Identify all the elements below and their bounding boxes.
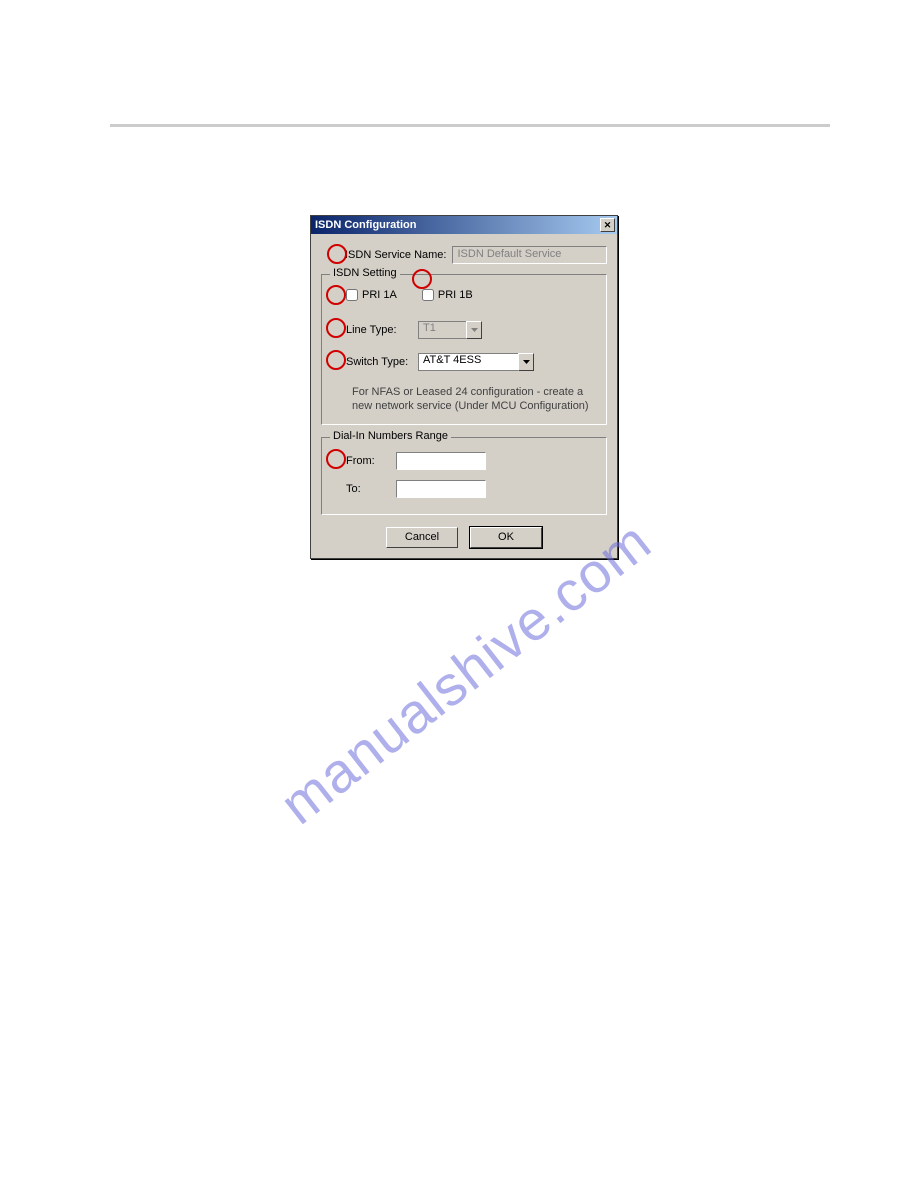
line-type-dropdown-button[interactable] — [466, 321, 482, 339]
close-button[interactable]: ✕ — [600, 218, 615, 232]
pri-1b-checkbox[interactable]: PRI 1B — [422, 289, 473, 301]
to-label: To: — [346, 483, 396, 495]
switch-type-label: Switch Type: — [346, 356, 418, 368]
dialin-title: Dial-In Numbers Range — [330, 430, 451, 442]
isdn-setting-group: ISDN Setting PRI 1A PRI 1B Line Type: T1 — [321, 274, 607, 425]
from-label: From: — [346, 455, 396, 467]
pri-1a-checkbox[interactable]: PRI 1A — [346, 289, 397, 301]
pri-1a-input[interactable] — [346, 289, 358, 301]
service-name-field: ISDN Default Service — [452, 246, 607, 264]
titlebar: ISDN Configuration ✕ — [311, 216, 617, 234]
dialin-group: Dial-In Numbers Range From: To: — [321, 437, 607, 515]
close-icon: ✕ — [604, 220, 612, 231]
pri-1b-input[interactable] — [422, 289, 434, 301]
divider — [110, 124, 830, 127]
cancel-button[interactable]: Cancel — [386, 527, 458, 548]
button-row: Cancel OK — [321, 527, 607, 548]
pri-1a-label: PRI 1A — [362, 289, 397, 301]
dialog-title: ISDN Configuration — [315, 219, 416, 231]
line-type-label: Line Type: — [346, 324, 418, 336]
line-type-combo[interactable]: T1 — [418, 321, 482, 339]
highlight-circle — [326, 318, 346, 338]
ok-button[interactable]: OK — [470, 527, 542, 548]
line-type-value: T1 — [418, 321, 466, 339]
chevron-down-icon — [471, 328, 478, 332]
chevron-down-icon — [523, 360, 530, 364]
from-input[interactable] — [396, 452, 486, 470]
to-input[interactable] — [396, 480, 486, 498]
isdn-setting-title: ISDN Setting — [330, 267, 400, 279]
highlight-circle — [412, 269, 432, 289]
dialog-body: ISDN Service Name: ISDN Default Service … — [311, 234, 617, 558]
isdn-config-dialog: ISDN Configuration ✕ ISDN Service Name: … — [310, 215, 618, 559]
pri-1b-label: PRI 1B — [438, 289, 473, 301]
switch-type-dropdown-button[interactable] — [518, 353, 534, 371]
info-text: For NFAS or Leased 24 configuration - cr… — [334, 385, 594, 414]
highlight-circle — [326, 350, 346, 370]
highlight-circle — [326, 449, 346, 469]
switch-type-value: AT&T 4ESS — [418, 353, 518, 371]
highlight-circle — [326, 285, 346, 305]
service-name-label: ISDN Service Name: — [345, 249, 446, 261]
switch-type-combo[interactable]: AT&T 4ESS — [418, 353, 534, 371]
highlight-circle — [327, 244, 347, 264]
